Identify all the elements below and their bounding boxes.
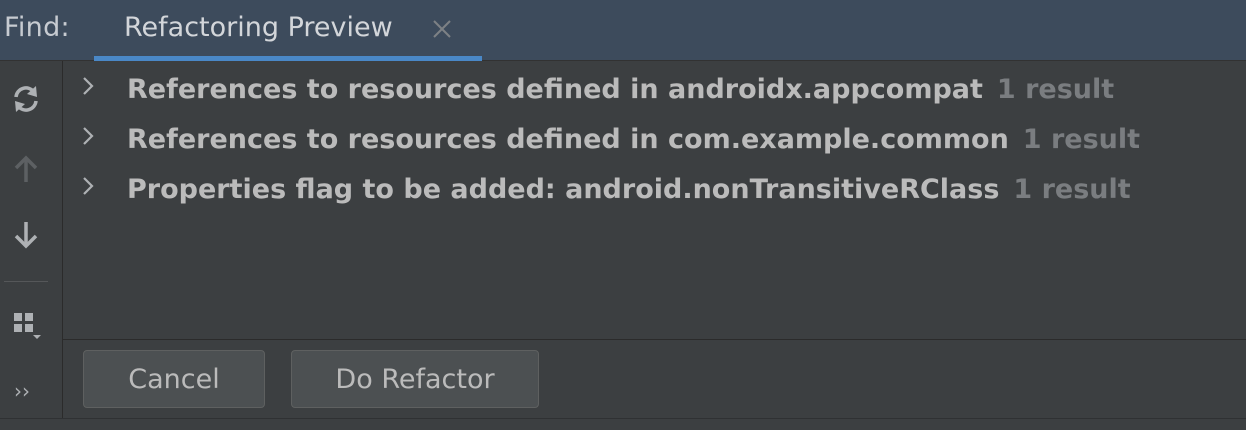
left-toolbar: ›› bbox=[0, 61, 63, 418]
dialog-button-bar: Cancel Do Refactor bbox=[63, 339, 1246, 419]
refactoring-preview-window: Find: Refactoring Preview ›› References … bbox=[0, 0, 1246, 430]
refresh-icon bbox=[9, 82, 43, 120]
tree-node-count: 1 result bbox=[996, 74, 1115, 105]
find-tool-window-header: Find: Refactoring Preview bbox=[0, 0, 1246, 61]
tree-node-title: References to resources defined in andro… bbox=[127, 74, 983, 105]
chevron-right-icon[interactable] bbox=[77, 75, 99, 97]
cancel-button[interactable]: Cancel bbox=[83, 350, 265, 408]
chevron-right-icon[interactable] bbox=[77, 175, 99, 197]
more-actions-button[interactable]: ›› bbox=[14, 379, 30, 403]
group-by-button[interactable] bbox=[6, 305, 46, 345]
tree-node-title: Properties flag to be added: android.non… bbox=[127, 174, 1000, 205]
tree-node[interactable]: References to resources defined in com.e… bbox=[63, 115, 1246, 161]
arrow-up-icon bbox=[9, 152, 43, 190]
bottom-border bbox=[0, 418, 1246, 430]
tree-node-label: References to resources defined in com.e… bbox=[127, 124, 1140, 155]
close-icon[interactable] bbox=[430, 17, 454, 41]
next-occurrence-button[interactable] bbox=[6, 217, 46, 257]
tree-node-count: 1 result bbox=[1013, 174, 1131, 205]
tab-label: Refactoring Preview bbox=[124, 12, 393, 43]
previous-occurrence-button[interactable] bbox=[6, 151, 46, 191]
tree-node-label: Properties flag to be added: android.non… bbox=[127, 174, 1131, 205]
tree-node-title: References to resources defined in com.e… bbox=[127, 124, 1009, 155]
refactoring-preview-tree: References to resources defined in andro… bbox=[63, 61, 1246, 339]
tree-node[interactable]: Properties flag to be added: android.non… bbox=[63, 165, 1246, 211]
tree-node[interactable]: References to resources defined in andro… bbox=[63, 65, 1246, 111]
do-refactor-button[interactable]: Do Refactor bbox=[291, 350, 539, 408]
find-label: Find: bbox=[4, 12, 70, 43]
chevron-right-icon[interactable] bbox=[77, 125, 99, 147]
tree-node-count: 1 result bbox=[1022, 124, 1141, 155]
tree-node-label: References to resources defined in andro… bbox=[127, 74, 1114, 105]
arrow-down-icon bbox=[9, 218, 43, 256]
tab-refactoring-preview[interactable]: Refactoring Preview bbox=[94, 0, 482, 61]
toolbar-separator bbox=[4, 281, 48, 282]
group-by-icon bbox=[8, 305, 44, 345]
refresh-button[interactable] bbox=[6, 81, 46, 121]
